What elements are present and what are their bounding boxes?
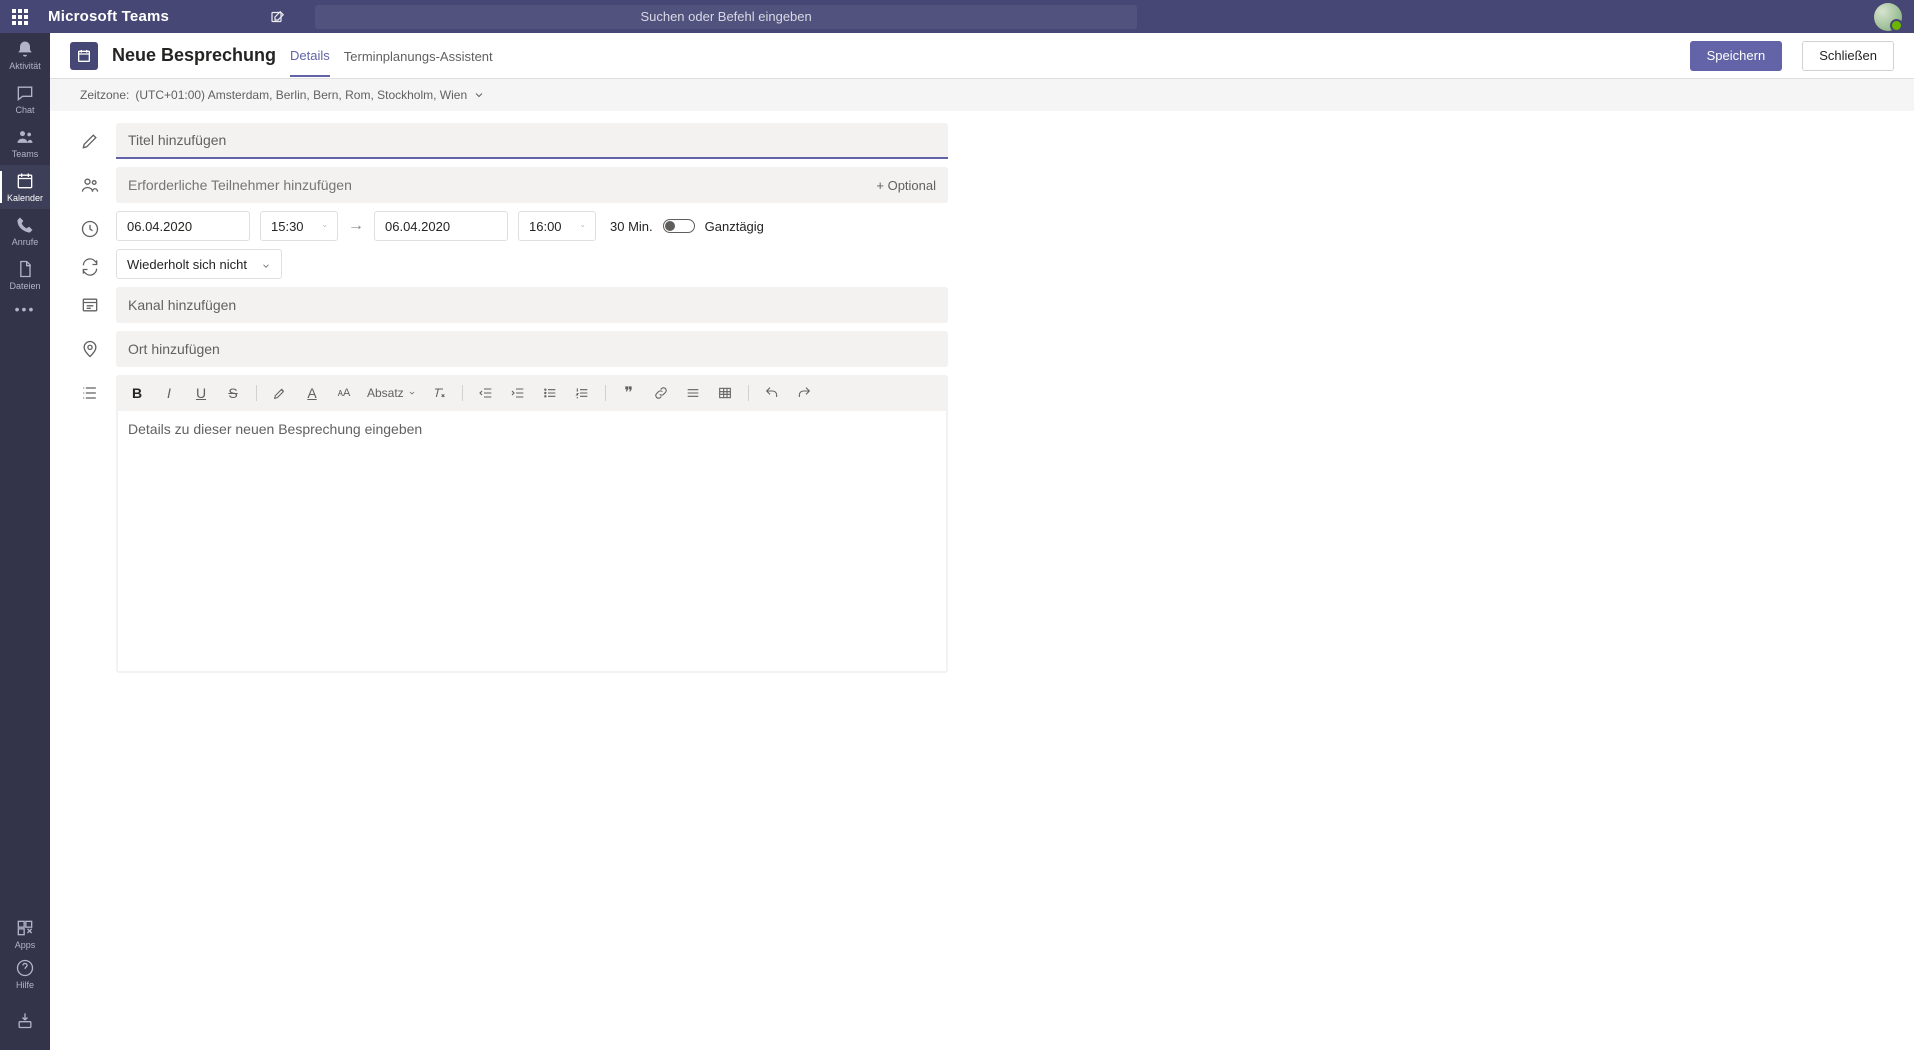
separator xyxy=(462,385,463,401)
bullet-list-button[interactable] xyxy=(541,384,559,402)
search-box[interactable] xyxy=(315,5,1137,29)
end-time-picker[interactable]: 16:00 xyxy=(518,211,596,241)
repeat-icon xyxy=(80,257,100,277)
rail-chat-label: Chat xyxy=(15,105,34,115)
allday-label: Ganztägig xyxy=(705,219,764,234)
allday-toggle[interactable] xyxy=(663,219,695,233)
rail-activity-label: Aktivität xyxy=(9,61,41,71)
search-input[interactable] xyxy=(315,5,1137,29)
rail-chat[interactable]: Chat xyxy=(0,77,50,121)
clock-icon xyxy=(80,219,100,239)
quote-button[interactable]: ❞ xyxy=(620,384,638,402)
compose-icon[interactable] xyxy=(269,8,287,26)
editor-toolbar: B I U S A ᴀA Absatz ❞ xyxy=(116,375,948,411)
save-button[interactable]: Speichern xyxy=(1690,41,1783,71)
undo-button[interactable] xyxy=(763,384,781,402)
avatar[interactable] xyxy=(1874,3,1902,31)
timezone-strip[interactable]: Zeitzone: (UTC+01:00) Amsterdam, Berlin,… xyxy=(50,79,1914,111)
calendar-badge-icon xyxy=(70,42,98,70)
highlight-button[interactable] xyxy=(271,384,289,402)
rail-teams-label: Teams xyxy=(12,149,39,159)
indent-button[interactable] xyxy=(509,384,527,402)
rail-download[interactable] xyxy=(0,1000,50,1040)
chevron-down-icon xyxy=(473,89,485,101)
rail-calendar[interactable]: Kalender xyxy=(0,165,50,209)
chevron-down-icon xyxy=(261,259,271,269)
strikethrough-button[interactable]: S xyxy=(224,384,242,402)
rail-more-icon[interactable]: ••• xyxy=(15,301,36,317)
page-title: Neue Besprechung xyxy=(112,45,276,66)
rail-files[interactable]: Dateien xyxy=(0,253,50,297)
link-button[interactable] xyxy=(652,384,670,402)
rail-apps[interactable]: Apps xyxy=(0,914,50,954)
location-icon xyxy=(80,339,100,359)
app-brand: Microsoft Teams xyxy=(48,8,169,25)
start-date-picker[interactable]: 06.04.2020 xyxy=(116,211,250,241)
title-input[interactable] xyxy=(116,123,948,159)
titlebar: Microsoft Teams xyxy=(0,0,1914,33)
rail-apps-label: Apps xyxy=(15,940,36,950)
rail-calls[interactable]: Anrufe xyxy=(0,209,50,253)
page-header: Neue Besprechung Details Terminplanungs-… xyxy=(50,33,1914,79)
left-rail: Aktivität Chat Teams Kalender Anrufe Dat… xyxy=(0,33,50,1050)
rail-teams[interactable]: Teams xyxy=(0,121,50,165)
recurrence-dropdown[interactable]: Wiederholt sich nicht xyxy=(116,249,282,279)
separator xyxy=(256,385,257,401)
rail-calendar-label: Kalender xyxy=(7,193,43,203)
description-icon xyxy=(80,383,100,403)
chevron-down-icon xyxy=(580,221,585,231)
timezone-value: (UTC+01:00) Amsterdam, Berlin, Bern, Rom… xyxy=(135,88,467,102)
edit-icon xyxy=(80,131,100,151)
people-icon xyxy=(80,175,100,195)
rail-calls-label: Anrufe xyxy=(12,237,39,247)
font-size-button[interactable]: ᴀA xyxy=(335,384,353,402)
optional-attendees-button[interactable]: + Optional xyxy=(876,178,936,193)
arrow-right-icon: → xyxy=(348,217,364,235)
clear-formatting-button[interactable] xyxy=(430,384,448,402)
numbered-list-button[interactable] xyxy=(573,384,591,402)
underline-button[interactable]: U xyxy=(192,384,210,402)
start-time-picker[interactable]: 15:30 xyxy=(260,211,338,241)
separator xyxy=(605,385,606,401)
duration-label: 30 Min. xyxy=(610,219,653,234)
rail-help[interactable]: Hilfe xyxy=(0,954,50,994)
description-editor: B I U S A ᴀA Absatz ❞ xyxy=(116,375,948,673)
app-launcher-icon[interactable] xyxy=(12,9,28,25)
attendees-input[interactable] xyxy=(128,177,876,193)
end-date-picker[interactable]: 06.04.2020 xyxy=(374,211,508,241)
tab-details[interactable]: Details xyxy=(290,35,330,77)
rail-activity[interactable]: Aktivität xyxy=(0,33,50,77)
bold-button[interactable]: B xyxy=(128,384,146,402)
meeting-form: + Optional 06.04.2020 15:30 → 06.04.2020… xyxy=(50,111,1914,1050)
hr-button[interactable] xyxy=(684,384,702,402)
close-button[interactable]: Schließen xyxy=(1802,41,1894,71)
outdent-button[interactable] xyxy=(477,384,495,402)
description-body[interactable]: Details zu dieser neuen Besprechung eing… xyxy=(118,411,946,671)
redo-button[interactable] xyxy=(795,384,813,402)
paragraph-dropdown[interactable]: Absatz xyxy=(367,386,416,400)
rail-help-label: Hilfe xyxy=(16,980,34,990)
separator xyxy=(748,385,749,401)
timezone-label: Zeitzone: xyxy=(80,88,129,102)
italic-button[interactable]: I xyxy=(160,384,178,402)
rail-files-label: Dateien xyxy=(9,281,40,291)
tab-scheduling-assistant[interactable]: Terminplanungs-Assistent xyxy=(344,36,493,76)
channel-icon xyxy=(80,295,100,315)
table-button[interactable] xyxy=(716,384,734,402)
chevron-down-icon xyxy=(322,221,327,231)
font-color-button[interactable]: A xyxy=(303,384,321,402)
location-input[interactable]: Ort hinzufügen xyxy=(116,331,948,367)
channel-input[interactable]: Kanal hinzufügen xyxy=(116,287,948,323)
